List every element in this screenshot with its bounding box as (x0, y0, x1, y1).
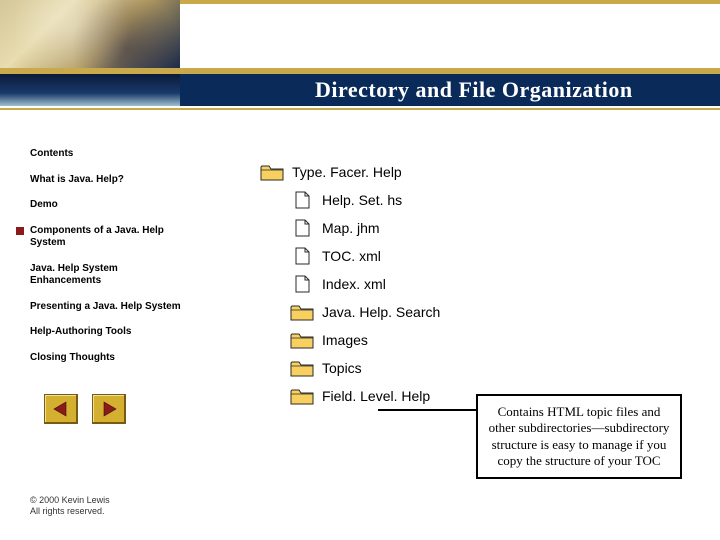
arrow-left-icon (52, 400, 70, 418)
tree-row: Topics (260, 354, 440, 382)
tree-row: Java. Help. Search (260, 298, 440, 326)
copyright-line2: All rights reserved. (30, 506, 110, 518)
page-title: Directory and File Organization (315, 77, 633, 103)
toc-item-4[interactable]: Java. Help System Enhancements (30, 263, 190, 288)
copyright-footer: © 2000 Kevin Lewis All rights reserved. (30, 495, 110, 518)
tree-label: Java. Help. Search (322, 304, 440, 320)
toc-item-7[interactable]: Closing Thoughts (30, 352, 190, 365)
header-photo (0, 0, 180, 68)
toc-sidebar: Contents What is Java. Help? Demo Component… (30, 148, 190, 377)
next-button[interactable] (92, 394, 126, 424)
file-icon (290, 191, 314, 209)
folder-icon (290, 359, 314, 377)
folder-icon (260, 163, 284, 181)
folder-icon (290, 387, 314, 405)
toc-item-2[interactable]: Demo (30, 199, 190, 212)
toc-item-3[interactable]: Components of a Java. Help System (30, 225, 190, 250)
folder-icon (290, 331, 314, 349)
arrow-right-icon (100, 400, 118, 418)
tree-row: Field. Level. Help (260, 382, 440, 410)
prev-button[interactable] (44, 394, 78, 424)
tree-label: Topics (322, 360, 362, 376)
title-underline (0, 108, 720, 110)
tree-label: TOC. xml (322, 248, 381, 264)
tree-row: Index. xml (260, 270, 440, 298)
file-icon (290, 247, 314, 265)
tree-label: Images (322, 332, 368, 348)
file-icon (290, 219, 314, 237)
tree-label: Map. jhm (322, 220, 380, 236)
tree-label: Help. Set. hs (322, 192, 402, 208)
tree-row: Help. Set. hs (260, 186, 440, 214)
tree-label: Index. xml (322, 276, 386, 292)
tree-row: TOC. xml (260, 242, 440, 270)
file-icon (290, 275, 314, 293)
tree-label: Type. Facer. Help (292, 164, 402, 180)
tree-row: Map. jhm (260, 214, 440, 242)
toc-item-5[interactable]: Presenting a Java. Help System (30, 301, 190, 314)
title-accent (0, 74, 180, 106)
directory-tree: Type. Facer. Help Help. Set. hs Map. jhm TO… (260, 158, 440, 410)
tree-row: Type. Facer. Help (260, 158, 440, 186)
callout-connector (378, 409, 476, 411)
tree-label: Field. Level. Help (322, 388, 430, 404)
toc-item-0[interactable]: Contents (30, 148, 190, 161)
topics-callout: Contains HTML topic files and other subd… (476, 394, 682, 479)
copyright-line1: © 2000 Kevin Lewis (30, 495, 110, 507)
toc-item-6[interactable]: Help-Authoring Tools (30, 326, 190, 339)
tree-row: Images (260, 326, 440, 354)
header-spacer (180, 0, 720, 68)
folder-icon (290, 303, 314, 321)
toc-item-1[interactable]: What is Java. Help? (30, 174, 190, 187)
